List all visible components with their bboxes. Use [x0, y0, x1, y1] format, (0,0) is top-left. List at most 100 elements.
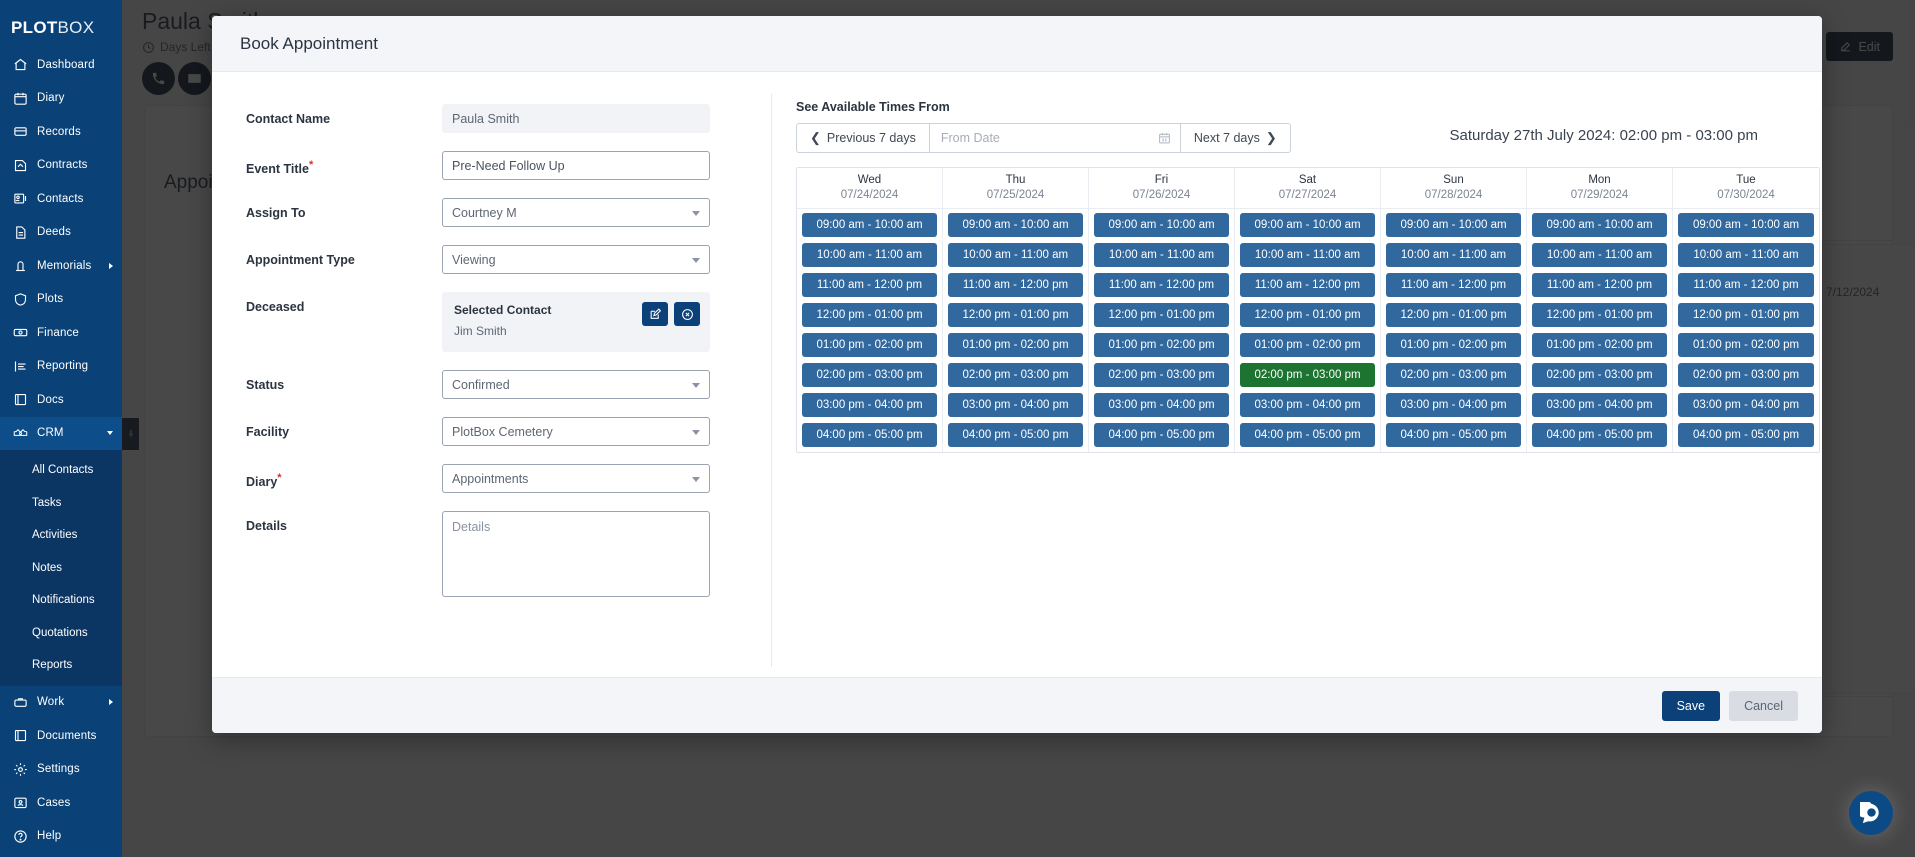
time-slot[interactable]: 02:00 pm - 03:00 pm: [948, 363, 1083, 387]
time-slot[interactable]: 04:00 pm - 05:00 pm: [1678, 423, 1814, 447]
time-slot[interactable]: 12:00 pm - 01:00 pm: [1386, 303, 1521, 327]
time-slot[interactable]: 01:00 pm - 02:00 pm: [948, 333, 1083, 357]
sidebar-item-diary[interactable]: Diary: [0, 82, 122, 116]
time-slot[interactable]: 04:00 pm - 05:00 pm: [948, 423, 1083, 447]
time-slot[interactable]: 12:00 pm - 01:00 pm: [1240, 303, 1375, 327]
time-slot[interactable]: 02:00 pm - 03:00 pm: [1532, 363, 1667, 387]
from-date-field[interactable]: From Date: [928, 123, 1181, 153]
time-slot[interactable]: 12:00 pm - 01:00 pm: [1532, 303, 1667, 327]
edit-deceased-button[interactable]: [642, 302, 668, 326]
sidebar-subitem-all-contacts[interactable]: All Contacts: [0, 454, 122, 487]
sidebar-subitem-notes[interactable]: Notes: [0, 552, 122, 585]
time-slot[interactable]: 10:00 am - 11:00 am: [948, 243, 1083, 267]
sidebar-item-dashboard[interactable]: Dashboard: [0, 48, 122, 82]
time-slot[interactable]: 03:00 pm - 04:00 pm: [1094, 393, 1229, 417]
sidebar-item-plots[interactable]: Plots: [0, 283, 122, 317]
time-slot[interactable]: 01:00 pm - 02:00 pm: [1678, 333, 1814, 357]
time-slot[interactable]: 02:00 pm - 03:00 pm: [802, 363, 937, 387]
time-slot-selected[interactable]: 02:00 pm - 03:00 pm: [1240, 363, 1375, 387]
sidebar-item-docs[interactable]: Docs: [0, 383, 122, 417]
save-button[interactable]: Save: [1661, 690, 1721, 721]
appointment-type-select[interactable]: [442, 245, 710, 274]
time-slot[interactable]: 12:00 pm - 01:00 pm: [802, 303, 937, 327]
time-slot[interactable]: 10:00 am - 11:00 am: [1386, 243, 1521, 267]
time-slot[interactable]: 04:00 pm - 05:00 pm: [1386, 423, 1521, 447]
sidebar-item-reporting[interactable]: Reporting: [0, 350, 122, 384]
time-slot[interactable]: 03:00 pm - 04:00 pm: [948, 393, 1083, 417]
time-slot[interactable]: 09:00 am - 10:00 am: [802, 213, 937, 237]
sidebar-subitem-activities[interactable]: Activities: [0, 519, 122, 552]
previous-7-days-button[interactable]: ❮ Previous 7 days: [796, 123, 929, 153]
sidebar-item-deeds[interactable]: Deeds: [0, 216, 122, 250]
time-slot[interactable]: 04:00 pm - 05:00 pm: [802, 423, 937, 447]
time-slot[interactable]: 10:00 am - 11:00 am: [1678, 243, 1814, 267]
time-slot[interactable]: 10:00 am - 11:00 am: [1094, 243, 1229, 267]
time-slot[interactable]: 03:00 pm - 04:00 pm: [1678, 393, 1814, 417]
sidebar-item-memorials[interactable]: Memorials: [0, 249, 122, 283]
time-slot[interactable]: 11:00 am - 12:00 pm: [1240, 273, 1375, 297]
time-slot[interactable]: 09:00 am - 10:00 am: [1240, 213, 1375, 237]
next-7-days-label: Next 7 days: [1193, 131, 1260, 145]
app-logo[interactable]: PLOTBOX: [0, 8, 122, 48]
time-slot[interactable]: 02:00 pm - 03:00 pm: [1386, 363, 1521, 387]
sidebar-item-contacts[interactable]: Contacts: [0, 182, 122, 216]
time-slot[interactable]: 09:00 am - 10:00 am: [1532, 213, 1667, 237]
time-slot[interactable]: 01:00 pm - 02:00 pm: [802, 333, 937, 357]
sidebar-item-cases[interactable]: Cases: [0, 786, 122, 820]
time-slot[interactable]: 12:00 pm - 01:00 pm: [1678, 303, 1814, 327]
time-slot[interactable]: 09:00 am - 10:00 am: [1094, 213, 1229, 237]
time-slot[interactable]: 04:00 pm - 05:00 pm: [1532, 423, 1667, 447]
event-title-input[interactable]: [442, 151, 710, 180]
status-select[interactable]: [442, 370, 710, 399]
sidebar-item-crm[interactable]: CRM: [0, 416, 122, 450]
time-slot[interactable]: 04:00 pm - 05:00 pm: [1240, 423, 1375, 447]
time-slot[interactable]: 11:00 am - 12:00 pm: [1386, 273, 1521, 297]
time-slot[interactable]: 11:00 am - 12:00 pm: [802, 273, 937, 297]
time-slot[interactable]: 01:00 pm - 02:00 pm: [1532, 333, 1667, 357]
time-slot[interactable]: 11:00 am - 12:00 pm: [1094, 273, 1229, 297]
sidebar-item-help[interactable]: Help: [0, 820, 122, 854]
sidebar-subitem-tasks[interactable]: Tasks: [0, 487, 122, 520]
sidebar-item-settings[interactable]: Settings: [0, 753, 122, 787]
time-slot[interactable]: 09:00 am - 10:00 am: [1386, 213, 1521, 237]
sidebar-subitem-reports[interactable]: Reports: [0, 649, 122, 682]
time-slot[interactable]: 03:00 pm - 04:00 pm: [1240, 393, 1375, 417]
cancel-button[interactable]: Cancel: [1729, 690, 1798, 721]
time-slot[interactable]: 01:00 pm - 02:00 pm: [1094, 333, 1229, 357]
diary-select[interactable]: [442, 464, 710, 493]
time-slot[interactable]: 01:00 pm - 02:00 pm: [1386, 333, 1521, 357]
next-7-days-button[interactable]: Next 7 days ❯: [1180, 123, 1291, 153]
assign-to-select[interactable]: [442, 198, 710, 227]
time-slot[interactable]: 10:00 am - 11:00 am: [1240, 243, 1375, 267]
day-date: 07/26/2024: [1132, 189, 1191, 201]
time-slot[interactable]: 11:00 am - 12:00 pm: [948, 273, 1083, 297]
time-slot[interactable]: 02:00 pm - 03:00 pm: [1094, 363, 1229, 387]
time-slot[interactable]: 03:00 pm - 04:00 pm: [1386, 393, 1521, 417]
sidebar-item-documents[interactable]: Documents: [0, 719, 122, 753]
time-slot[interactable]: 02:00 pm - 03:00 pm: [1678, 363, 1814, 387]
sidebar-item-finance[interactable]: Finance: [0, 316, 122, 350]
time-slot[interactable]: 10:00 am - 11:00 am: [802, 243, 937, 267]
time-slot[interactable]: 12:00 pm - 01:00 pm: [1094, 303, 1229, 327]
time-slot[interactable]: 03:00 pm - 04:00 pm: [802, 393, 937, 417]
time-slot[interactable]: 11:00 am - 12:00 pm: [1678, 273, 1814, 297]
help-chat-button[interactable]: [1849, 791, 1893, 835]
time-slot[interactable]: 12:00 pm - 01:00 pm: [948, 303, 1083, 327]
time-slot[interactable]: 03:00 pm - 04:00 pm: [1532, 393, 1667, 417]
sidebar-subitem-notifications[interactable]: Notifications: [0, 584, 122, 617]
sidebar-item-work[interactable]: Work: [0, 686, 122, 720]
time-slot[interactable]: 01:00 pm - 02:00 pm: [1240, 333, 1375, 357]
details-textarea[interactable]: [442, 511, 710, 597]
facility-select[interactable]: [442, 417, 710, 446]
sidebar-item-records[interactable]: Records: [0, 115, 122, 149]
time-slot[interactable]: 04:00 pm - 05:00 pm: [1094, 423, 1229, 447]
time-slot[interactable]: 11:00 am - 12:00 pm: [1532, 273, 1667, 297]
time-slot[interactable]: 09:00 am - 10:00 am: [948, 213, 1083, 237]
chevron-down-icon: [107, 431, 113, 436]
sidebar-subitem-quotations[interactable]: Quotations: [0, 617, 122, 650]
day-column: Fri 07/26/2024 09:00 am - 10:00 am 10:00 am…: [1089, 168, 1235, 452]
time-slot[interactable]: 10:00 am - 11:00 am: [1532, 243, 1667, 267]
sidebar-item-contracts[interactable]: Contracts: [0, 149, 122, 183]
time-slot[interactable]: 09:00 am - 10:00 am: [1678, 213, 1814, 237]
remove-deceased-button[interactable]: [674, 302, 700, 326]
